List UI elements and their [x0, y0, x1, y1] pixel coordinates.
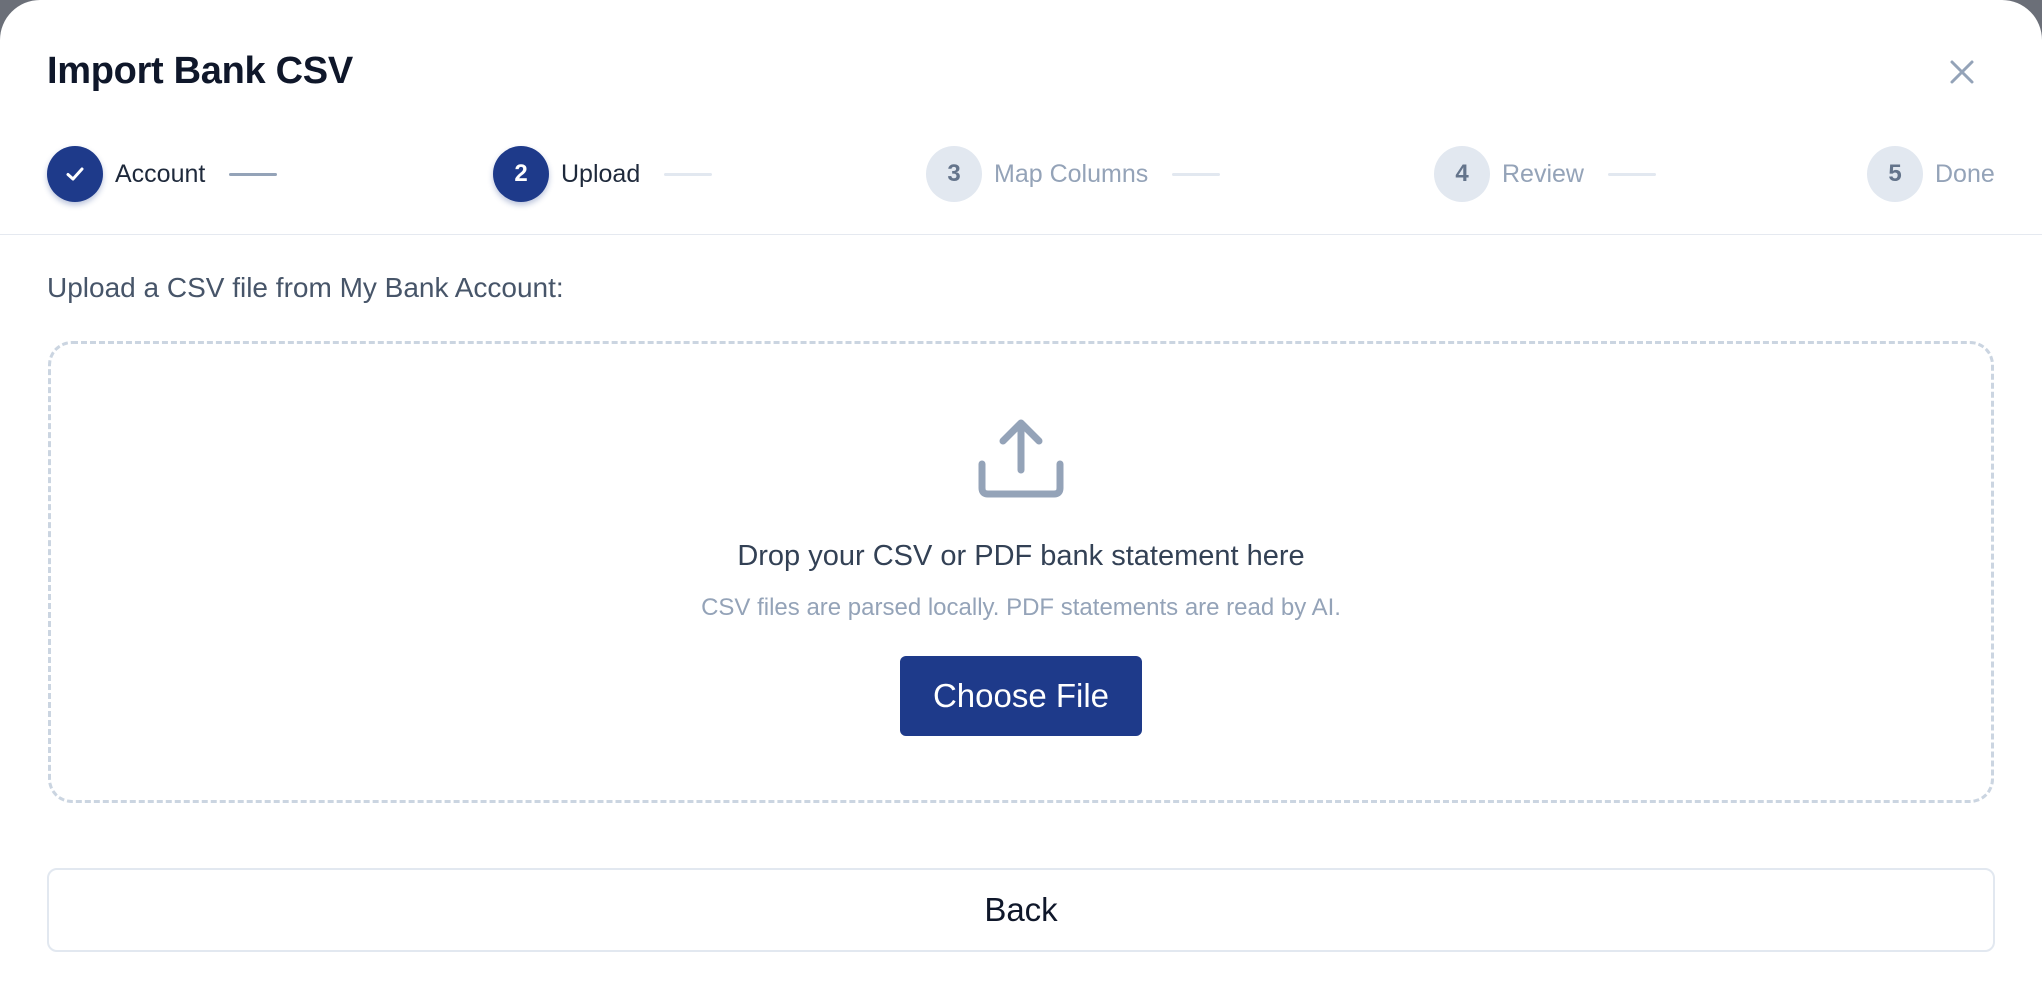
step-circle: 4 [1434, 146, 1490, 202]
step-label: Review [1502, 159, 1584, 188]
step-review: 4 Review [1434, 146, 1656, 202]
close-button[interactable] [1942, 52, 1982, 92]
step-label: Upload [561, 159, 641, 188]
drop-subtitle: CSV files are parsed locally. PDF statem… [701, 594, 1341, 621]
step-connector [1607, 172, 1656, 176]
drop-title: Drop your CSV or PDF bank statement here [737, 540, 1305, 572]
upload-instruction: Upload a CSV file from My Bank Account: [47, 272, 564, 303]
header-divider [0, 234, 2042, 235]
step-connector [664, 172, 713, 176]
step-circle: 2 [493, 146, 549, 202]
dialog-title: Import Bank CSV [47, 50, 353, 92]
check-icon [66, 167, 84, 181]
step-circle: 5 [1867, 146, 1923, 202]
close-icon [1950, 60, 1974, 84]
step-connector [1172, 172, 1221, 176]
step-done: 5 Done [1867, 146, 1995, 202]
step-circle: 3 [926, 146, 982, 202]
import-dialog: Import Bank CSV Account 2 Upload 3 Map C… [0, 0, 2042, 982]
step-label: Account [115, 159, 206, 188]
step-account: Account [47, 146, 278, 202]
step-map-columns: 3 Map Columns [926, 146, 1221, 202]
back-button[interactable]: Back [47, 868, 1995, 952]
step-connector [229, 172, 278, 176]
stepper: Account 2 Upload 3 Map Columns 4 Review … [47, 146, 1995, 202]
choose-file-button[interactable]: Choose File [900, 656, 1142, 736]
step-label: Map Columns [994, 159, 1149, 188]
step-circle [47, 146, 103, 202]
step-upload: 2 Upload [493, 146, 713, 202]
step-label: Done [1935, 159, 1995, 188]
upload-icon [978, 419, 1064, 498]
